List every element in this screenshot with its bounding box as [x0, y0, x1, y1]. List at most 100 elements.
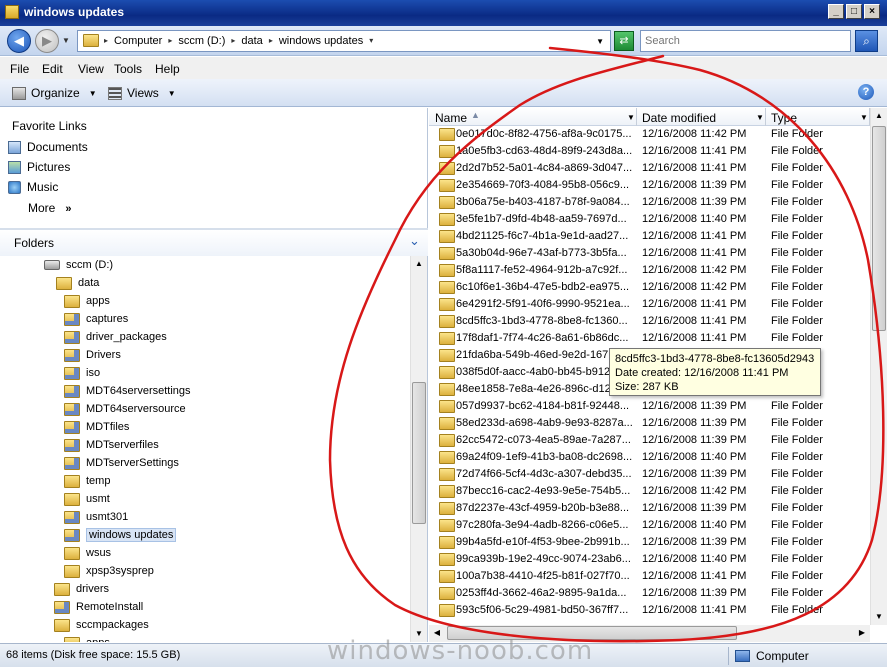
tree-scrollbar[interactable]: ▲ ▼ — [410, 256, 427, 642]
history-dropdown-icon[interactable]: ▼ — [62, 36, 70, 45]
tree-node[interactable]: usmt301 — [64, 508, 128, 526]
table-row[interactable]: 2d2d7b52-5a01-4c84-a869-3d047... 12/16/20… — [429, 160, 870, 177]
tree-node[interactable]: data — [56, 274, 99, 292]
search-button[interactable]: ⌕ — [855, 30, 878, 52]
back-button[interactable]: ◀ — [7, 29, 31, 53]
chevron-right-icon[interactable]: ▸ — [231, 35, 235, 47]
breadcrumb-windows-updates[interactable]: windows updates — [279, 35, 363, 47]
chevron-right-icon[interactable]: ▸ — [269, 35, 273, 47]
tree-node[interactable]: MDT64serversettings — [64, 382, 191, 400]
table-row[interactable]: 100a7b38-4410-4f25-b81f-027f70... 12/16/2… — [429, 568, 870, 585]
table-row[interactable]: 97c280fa-3e94-4adb-8266-c06e5... 12/16/20… — [429, 517, 870, 534]
table-row[interactable]: 3b06a75e-b403-4187-b78f-9a084... 12/16/20… — [429, 194, 870, 211]
tree-node[interactable]: drivers — [54, 580, 109, 598]
search-input[interactable] — [641, 31, 850, 51]
column-splitter[interactable] — [765, 108, 766, 126]
tree-node[interactable]: MDT64serversource — [64, 400, 186, 418]
tree-node[interactable]: apps — [64, 292, 110, 310]
table-row[interactable]: 593c5f06-5c29-4981-bd50-367ff7... 12/16/2… — [429, 602, 870, 619]
table-row[interactable]: 0253ff4d-3662-46a2-9895-9a1da... 12/16/20… — [429, 585, 870, 602]
tree-node[interactable]: apps — [64, 634, 110, 642]
forward-button[interactable]: ▶ — [35, 29, 59, 53]
table-row[interactable]: 58ed233d-a698-4ab9-9e93-8287a... 12/16/20… — [429, 415, 870, 432]
favorite-pictures[interactable]: Pictures — [8, 160, 70, 174]
tree-node[interactable]: temp — [64, 472, 110, 490]
address-box[interactable]: ▸ Computer ▸ sccm (D:) ▸ data ▸ windows … — [77, 30, 611, 52]
table-row[interactable]: 6c10f6e1-36b4-47e5-bdb2-ea975... 12/16/20… — [429, 279, 870, 296]
menu-file[interactable]: File — [10, 62, 29, 76]
table-row[interactable]: 87becc16-cac2-4e93-9e5e-754b5... 12/16/20… — [429, 483, 870, 500]
maximize-button[interactable]: □ — [846, 4, 862, 19]
file-list-scroll-thumb[interactable] — [872, 126, 886, 331]
file-name: 21fda6ba-549b-46ed-9e2d-167 — [456, 349, 609, 361]
table-row[interactable]: 057d9937-bc62-4184-b81f-92448... 12/16/20… — [429, 398, 870, 415]
scroll-down-icon[interactable]: ▼ — [871, 609, 887, 625]
scroll-up-icon[interactable]: ▲ — [871, 108, 887, 124]
file-list-scrollbar[interactable]: ▲ ▼ — [870, 108, 887, 625]
table-row[interactable]: 4bd21125-f6c7-4b1a-9e1d-aad27... 12/16/20… — [429, 228, 870, 245]
tree-node[interactable]: sccm (D:) — [44, 256, 113, 274]
table-row[interactable]: 99ca939b-19e2-49cc-9074-23ab6... 12/16/20… — [429, 551, 870, 568]
tree-node[interactable]: Drivers — [64, 346, 121, 364]
tree-node[interactable]: captures — [64, 310, 128, 328]
refresh-button[interactable]: ⇄ — [614, 31, 634, 51]
minimize-button[interactable]: _ — [828, 4, 844, 19]
table-row[interactable]: 3e5fe1b7-d9fd-4b48-aa59-7697d... 12/16/20… — [429, 211, 870, 228]
menu-tools[interactable]: Tools — [114, 62, 142, 76]
views-button[interactable]: Views ▼ — [108, 86, 176, 100]
table-row[interactable]: 62cc5472-c073-4ea5-89ae-7a287... 12/16/20… — [429, 432, 870, 449]
table-row[interactable]: 6e4291f2-5f91-40f6-9990-9521ea... 12/16/2… — [429, 296, 870, 313]
tree-node[interactable]: xpsp3sysprep — [64, 562, 154, 580]
breadcrumb-computer[interactable]: Computer — [114, 35, 162, 47]
tree-node[interactable]: driver_packages — [64, 328, 167, 346]
address-dropdown-icon[interactable]: ▼ — [596, 37, 604, 46]
column-splitter[interactable] — [636, 108, 637, 126]
menu-view[interactable]: View — [78, 62, 104, 76]
chevron-right-icon[interactable]: ▸ — [168, 35, 172, 47]
search-box[interactable] — [640, 30, 851, 52]
scroll-up-icon[interactable]: ▲ — [411, 256, 427, 272]
tree-node[interactable]: windows updates — [64, 526, 177, 544]
chevron-down-icon[interactable]: ⌄ — [409, 233, 420, 249]
chevron-down-icon[interactable]: ▼ — [756, 113, 764, 122]
tree-node[interactable]: MDTfiles — [64, 418, 129, 436]
tree-node[interactable]: MDTserverfiles — [64, 436, 159, 454]
organize-button[interactable]: Organize ▼ — [12, 86, 97, 100]
menu-edit[interactable]: Edit — [42, 62, 63, 76]
breadcrumb-data[interactable]: data — [241, 35, 262, 47]
help-icon[interactable]: ? — [858, 84, 874, 100]
favorite-documents[interactable]: Documents — [8, 140, 88, 154]
tree-node[interactable]: usmt — [64, 490, 110, 508]
tree-node[interactable]: sccmpackages — [54, 616, 149, 634]
favorite-music[interactable]: Music — [8, 180, 58, 194]
column-name[interactable]: Name — [435, 111, 467, 125]
scroll-right-icon[interactable]: ▶ — [854, 625, 870, 641]
table-row[interactable]: 8cd5ffc3-1bd3-4778-8be8-fc1360... 12/16/2… — [429, 313, 870, 330]
folders-header[interactable]: Folders ⌄ — [0, 230, 428, 256]
chevron-down-icon[interactable]: ▾ — [369, 35, 373, 47]
tree-scroll-thumb[interactable] — [412, 382, 426, 524]
more-favorites-link[interactable]: More » — [28, 201, 71, 215]
table-row[interactable]: 5f8a1117-fe52-4964-912b-a7c92f... 12/16/2… — [429, 262, 870, 279]
table-row[interactable]: 72d74f66-5cf4-4d3c-a307-debd35... 12/16/2… — [429, 466, 870, 483]
column-type[interactable]: Type — [771, 111, 797, 125]
table-row[interactable]: 69a24f09-1ef9-41b3-ba08-dc2698... 12/16/2… — [429, 449, 870, 466]
tree-node[interactable]: iso — [64, 364, 100, 382]
menu-help[interactable]: Help — [155, 62, 180, 76]
tree-node[interactable]: wsus — [64, 544, 111, 562]
tree-node[interactable]: MDTserverSettings — [64, 454, 179, 472]
table-row[interactable]: 2e354669-70f3-4084-95b8-056c9... 12/16/20… — [429, 177, 870, 194]
table-row[interactable]: 5a30b04d-96e7-43af-b773-3b5fa... 12/16/20… — [429, 245, 870, 262]
chevron-down-icon[interactable]: ▼ — [627, 113, 635, 122]
column-date-modified[interactable]: Date modified — [642, 111, 716, 125]
table-row[interactable]: 17f8daf1-7f74-4c26-8a61-6b86dc... 12/16/2… — [429, 330, 870, 347]
table-row[interactable]: 1a0e5fb3-cd63-48d4-89f9-243d8a... 12/16/2… — [429, 143, 870, 160]
chevron-right-icon[interactable]: ▸ — [104, 35, 108, 47]
table-row[interactable]: 87d2237e-43cf-4959-b20b-b3e88... 12/16/20… — [429, 500, 870, 517]
table-row[interactable]: 0e017d0c-8f82-4756-af8a-9c0175... 12/16/2… — [429, 126, 870, 143]
close-button[interactable]: × — [864, 4, 880, 19]
tree-node[interactable]: RemoteInstall — [54, 598, 143, 616]
chevron-down-icon[interactable]: ▼ — [860, 113, 868, 122]
breadcrumb-drive[interactable]: sccm (D:) — [178, 35, 225, 47]
table-row[interactable]: 99b4a5fd-e10f-4f53-9bee-2b991b... 12/16/2… — [429, 534, 870, 551]
